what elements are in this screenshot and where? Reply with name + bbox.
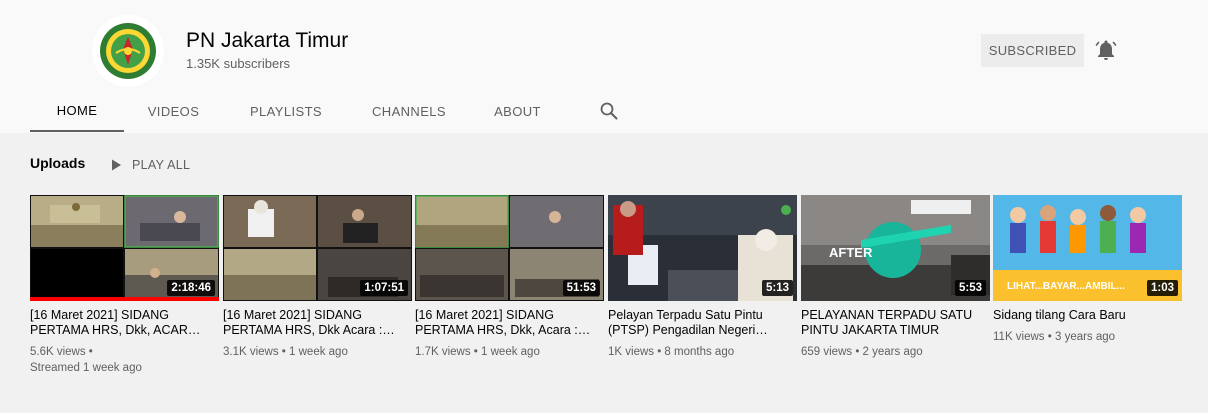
channel-avatar[interactable] xyxy=(92,15,164,87)
video-upload-date: Streamed 1 week ago xyxy=(30,362,142,374)
thumbnail-after-text: AFTER xyxy=(829,245,873,260)
video-thumbnail[interactable]: 2:18:46 xyxy=(30,195,219,301)
video-thumbnail[interactable]: 51:53 xyxy=(415,195,604,301)
notification-bell-button[interactable] xyxy=(1094,38,1118,62)
channel-name: PN Jakarta Timur xyxy=(186,29,349,52)
video-title[interactable]: Pelayan Terpadu Satu Pintu (PTSP) Pengad… xyxy=(608,308,797,338)
channel-search-button[interactable] xyxy=(597,99,621,123)
video-views: 1K views • 8 months ago xyxy=(608,346,735,358)
video-card[interactable]: 2:18:46 [16 Maret 2021] SIDANG PERTAMA H… xyxy=(30,195,219,376)
video-thumbnail[interactable]: AFTER 5:53 xyxy=(801,195,990,301)
tab-home[interactable]: HOME xyxy=(30,90,124,132)
video-duration: 5:53 xyxy=(954,280,986,296)
video-title[interactable]: [16 Maret 2021] SIDANG PERTAMA HRS, Dkk,… xyxy=(30,308,219,338)
video-duration: 5:13 xyxy=(761,280,793,296)
video-title[interactable]: PELAYANAN TERPADU SATU PINTU JAKARTA TIM… xyxy=(801,308,990,338)
video-views: 1.7K views • 1 week ago xyxy=(415,346,540,358)
video-thumbnail[interactable]: 1:07:51 xyxy=(223,195,412,301)
video-duration: 1:03 xyxy=(1146,280,1178,296)
video-thumbnail[interactable]: LIHAT...BAYAR...AMBIL... 1:03 xyxy=(993,195,1182,301)
video-duration: 1:07:51 xyxy=(360,280,408,296)
video-card[interactable]: 51:53 [16 Maret 2021] SIDANG PERTAMA HRS… xyxy=(415,195,604,360)
subscribe-button[interactable]: SUBSCRIBED xyxy=(981,34,1084,67)
video-duration: 51:53 xyxy=(562,280,600,296)
video-views: 3.1K views • 1 week ago xyxy=(223,346,348,358)
tab-videos[interactable]: VIDEOS xyxy=(136,90,211,132)
uploads-heading[interactable]: Uploads xyxy=(30,155,85,171)
video-card[interactable]: 1:07:51 [16 Maret 2021] SIDANG PERTAMA H… xyxy=(223,195,412,360)
video-views: 11K views • 3 years ago xyxy=(993,331,1116,343)
court-emblem-icon xyxy=(100,23,156,79)
video-views: 659 views • 2 years ago xyxy=(801,346,923,358)
video-card[interactable]: AFTER 5:53 PELAYANAN TERPADU SATU PINTU … xyxy=(801,195,990,360)
channel-header: PN Jakarta Timur 1.35K subscribers SUBSC… xyxy=(0,0,1208,133)
tab-playlists[interactable]: PLAYLISTS xyxy=(244,90,328,132)
play-all-label: PLAY ALL xyxy=(132,158,191,172)
watched-progress-bar xyxy=(30,297,219,301)
tab-channels[interactable]: CHANNELS xyxy=(366,90,452,132)
video-title[interactable]: Sidang tilang Cara Baru xyxy=(993,308,1182,323)
play-all-button[interactable]: PLAY ALL xyxy=(109,155,190,175)
video-views: 5.6K views • xyxy=(30,346,93,358)
video-thumbnail[interactable]: 5:13 xyxy=(608,195,797,301)
video-card[interactable]: 5:13 Pelayan Terpadu Satu Pintu (PTSP) P… xyxy=(608,195,797,360)
video-title[interactable]: [16 Maret 2021] SIDANG PERTAMA HRS, Dkk … xyxy=(223,308,412,338)
video-duration: 2:18:46 xyxy=(167,280,215,296)
search-icon xyxy=(600,102,618,120)
bell-icon xyxy=(1095,40,1117,60)
play-icon xyxy=(112,159,121,171)
tab-about[interactable]: ABOUT xyxy=(490,90,545,132)
subscriber-count: 1.35K subscribers xyxy=(186,56,291,71)
thumbnail-banner-text: LIHAT...BAYAR...AMBIL... xyxy=(1007,281,1125,292)
video-card[interactable]: LIHAT...BAYAR...AMBIL... 1:03 Sidang til… xyxy=(993,195,1182,345)
video-title[interactable]: [16 Maret 2021] SIDANG PERTAMA HRS, Dkk,… xyxy=(415,308,604,338)
